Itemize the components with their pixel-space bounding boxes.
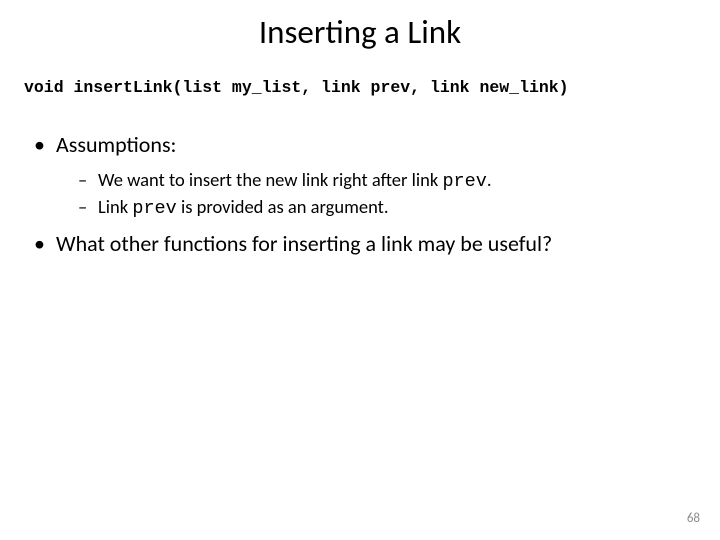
sub-text: is provided as an argument. (177, 195, 389, 218)
sub-bullet-1: We want to insert the new link right aft… (78, 168, 690, 194)
code-inline: prev (132, 198, 176, 219)
code-inline: prev (442, 171, 486, 192)
sub-text: . (487, 168, 492, 191)
sub-bullet-2: Link prev is provided as an argument. (78, 195, 690, 221)
bullet-text: Assumptions: (56, 131, 176, 158)
function-signature: void insertLink(list my_list, link prev,… (24, 78, 690, 97)
slide-title: Inserting a Link (30, 12, 690, 52)
sub-bullet-list: We want to insert the new link right aft… (78, 168, 690, 220)
bullet-assumptions: Assumptions: We want to insert the new l… (34, 131, 690, 220)
bullet-list: Assumptions: We want to insert the new l… (34, 131, 690, 257)
slide: Inserting a Link void insertLink(list my… (0, 0, 720, 540)
page-number: 68 (687, 511, 700, 526)
bullet-text: What other functions for inserting a lin… (56, 230, 552, 257)
sub-text: We want to insert the new link right aft… (98, 168, 442, 191)
sub-text: Link (98, 195, 132, 218)
bullet-question: What other functions for inserting a lin… (34, 230, 690, 257)
